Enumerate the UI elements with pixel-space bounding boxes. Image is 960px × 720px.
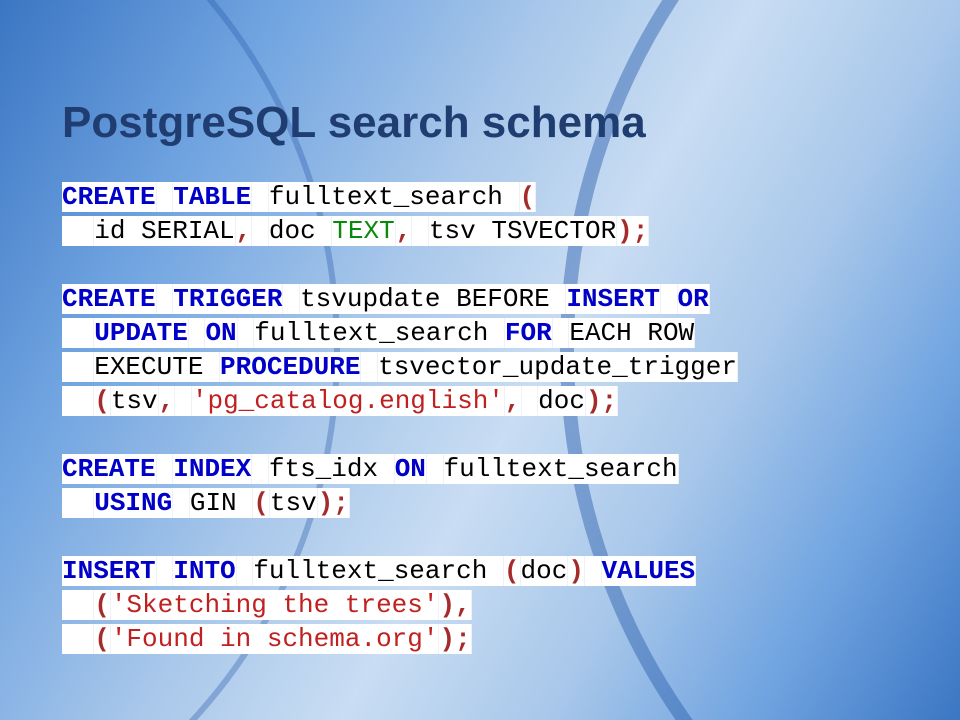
code-blank-line	[62, 520, 738, 554]
slide: PostgreSQL search schema CREATE TABLE fu…	[0, 0, 960, 720]
code-line: CREATE INDEX fts_idx ON fulltext_search	[62, 452, 738, 486]
code-line: (tsv, 'pg_catalog.english', doc);	[62, 384, 738, 418]
code-block: CREATE TABLE fulltext_search ( id SERIAL…	[62, 180, 738, 656]
code-line: USING GIN (tsv);	[62, 486, 738, 520]
code-line: id SERIAL, doc TEXT, tsv TSVECTOR);	[62, 214, 738, 248]
code-blank-line	[62, 418, 738, 452]
code-line: INSERT INTO fulltext_search (doc) VALUES	[62, 554, 738, 588]
code-line: ('Found in schema.org');	[62, 622, 738, 656]
code-line: EXECUTE PROCEDURE tsvector_update_trigge…	[62, 350, 738, 384]
code-line: UPDATE ON fulltext_search FOR EACH ROW	[62, 316, 738, 350]
code-line: CREATE TRIGGER tsvupdate BEFORE INSERT O…	[62, 282, 738, 316]
slide-title: PostgreSQL search schema	[62, 98, 646, 148]
code-line: ('Sketching the trees'),	[62, 588, 738, 622]
code-blank-line	[62, 248, 738, 282]
code-line: CREATE TABLE fulltext_search (	[62, 180, 738, 214]
